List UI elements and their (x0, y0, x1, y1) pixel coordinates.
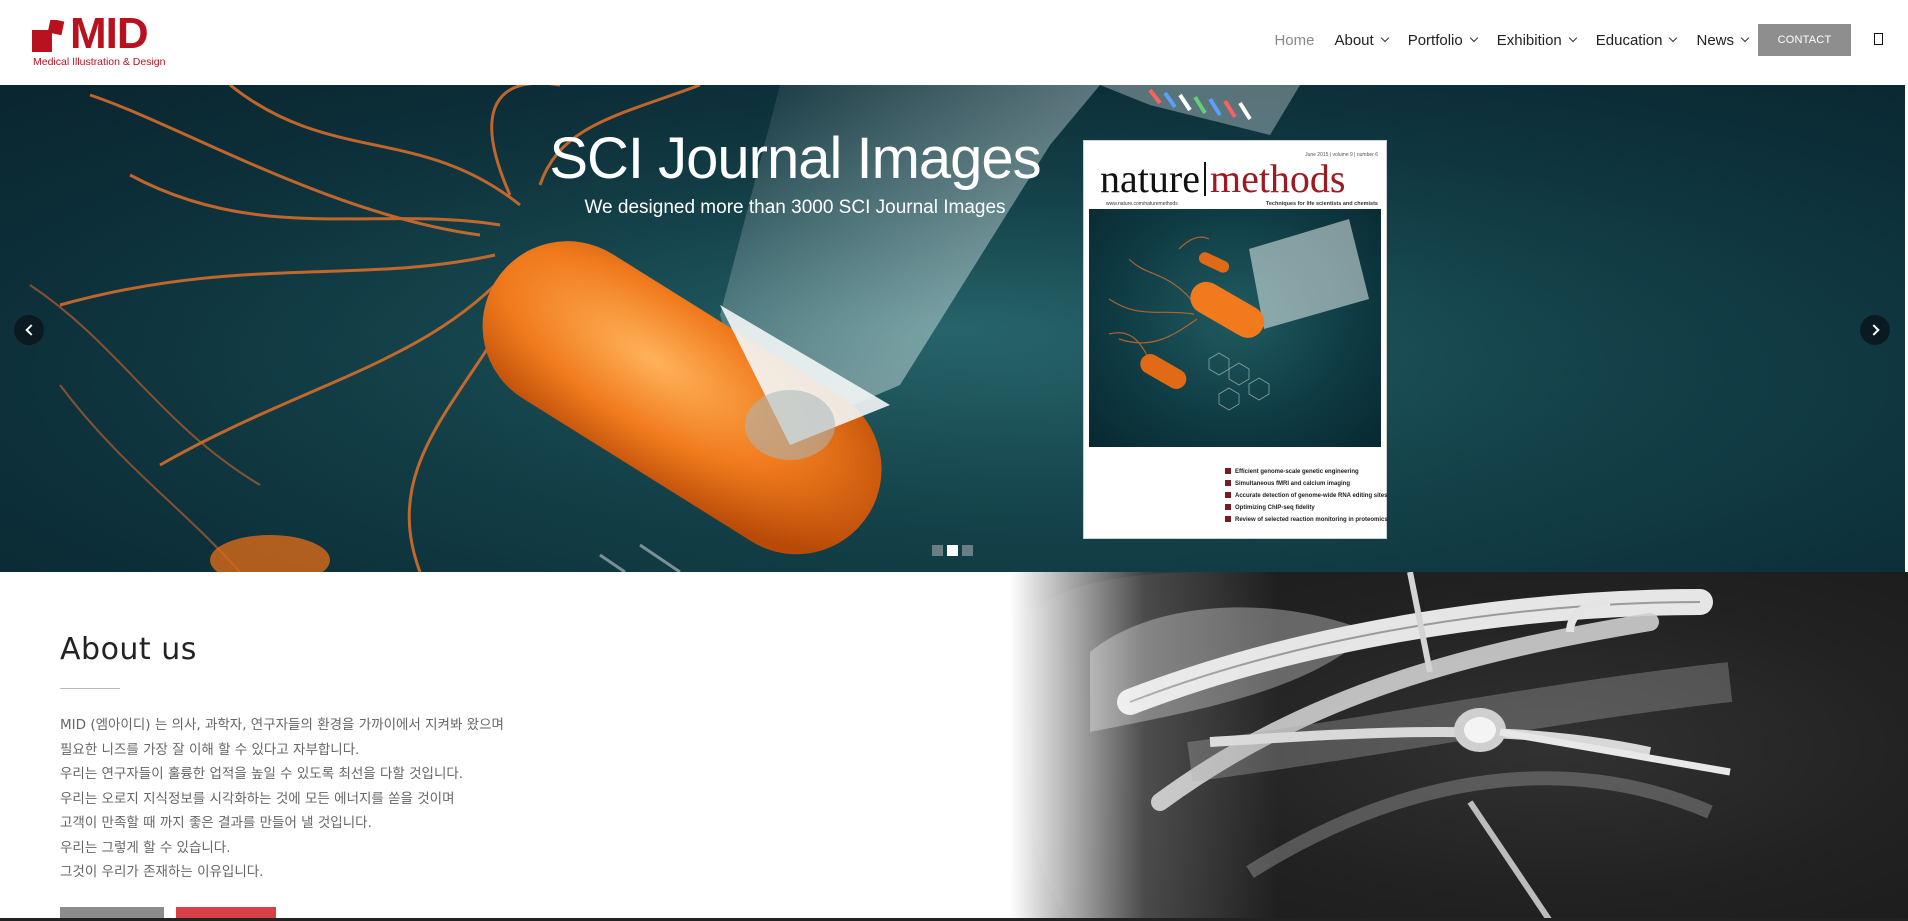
cover-tagline: Techniques for life scientists and chemi… (1265, 201, 1378, 207)
logo-mark-icon (32, 20, 65, 52)
nav-item-about[interactable]: About (1324, 30, 1397, 50)
about-section: About us MID (엠아이디) 는 의사, 과학자, 연구자들의 환경을… (0, 572, 1908, 921)
about-line: 우리는 연구자들이 훌륭한 업적을 높일 수 있도록 최선을 다할 것입니다. (60, 766, 464, 782)
chevron-down-icon (1740, 33, 1750, 43)
hero-slider: SCI Journal Images We designed more than… (0, 85, 1905, 572)
site-header: MID Medical Illustration & Design Home Ab… (0, 0, 1908, 85)
cover-masthead: nature methods (1100, 159, 1346, 199)
about-divider (60, 688, 120, 689)
about-line: 필요한 니즈를 가장 잘 이해 할 수 있다고 자부합니다. (60, 741, 360, 758)
nav-item-label: News (1696, 31, 1734, 49)
search-icon[interactable] (1874, 33, 1883, 45)
journal-cover: June 2015 | volume 9 | number 6 nature me… (1083, 140, 1388, 539)
nav-item-label: Portfolio (1407, 31, 1463, 49)
about-surgery-illustration (1010, 572, 1908, 921)
chevron-down-icon (1469, 33, 1478, 43)
slider-next-button[interactable] (1860, 315, 1890, 345)
nav-item-news[interactable]: News (1686, 30, 1758, 50)
about-text: MID (엠아이디) 는 의사, 과학자, 연구자들의 환경을 가까이에서 지켜… (60, 713, 580, 885)
chevron-right-icon (1867, 324, 1880, 336)
about-title: About us (60, 632, 197, 667)
about-line: 우리는 오로지 지식정보를 시각화하는 것에 모든 에너지를 쏟을 것이며 (60, 790, 455, 807)
slider-dot-1[interactable] (932, 545, 943, 556)
nav-item-education[interactable]: Education (1586, 30, 1687, 50)
nav-item-home[interactable]: Home (1264, 30, 1324, 50)
slider-dot-2[interactable] (947, 545, 958, 556)
slider-dot-3[interactable] (962, 545, 973, 556)
nav-item-label: About (1334, 31, 1374, 49)
logo-tagline: Medical Illustration & Design (33, 56, 166, 68)
cover-masthead-divider (1203, 162, 1206, 196)
cover-masthead-methods: methods (1209, 156, 1346, 201)
main-nav: Home About Portfolio Exhibition Education New… (1264, 30, 1758, 50)
about-line: MID (엠아이디) 는 의사, 과학자, 연구자들의 환경을 가까이에서 지켜… (60, 717, 504, 733)
contact-button[interactable]: CONTACT (1758, 24, 1851, 56)
nav-item-portfolio[interactable]: Portfolio (1398, 30, 1487, 50)
chevron-down-icon (1380, 33, 1389, 43)
cover-contents-item: Review of selected reaction monitoring i… (1225, 514, 1388, 526)
cover-contents-item: Simultaneous fMRI and calcium imaging (1225, 478, 1388, 490)
nav-item-label: Exhibition (1496, 31, 1562, 49)
cover-masthead-nature: nature (1100, 156, 1200, 201)
chevron-down-icon (1669, 33, 1678, 43)
about-line: 우리는 그렇게 할 수 있습니다. (60, 839, 231, 856)
cover-contents: Efficient genome-scale genetic engineeri… (1225, 466, 1388, 526)
slider-pagination (932, 545, 973, 556)
cover-bacterium-illustration (1108, 219, 1369, 411)
nav-item-label: Education (1595, 31, 1663, 49)
cover-contents-item: Accurate detection of genome-wide RNA ed… (1225, 490, 1388, 502)
cover-url: www.nature.com/naturemethods (1106, 201, 1178, 207)
slider-prev-button[interactable] (14, 315, 44, 345)
chevron-down-icon (1568, 33, 1578, 43)
chevron-left-icon (24, 324, 37, 336)
logo[interactable]: MID Medical Illustration & Design (32, 9, 172, 72)
about-line: 그것이 우리가 존재하는 이유입니다. (60, 864, 264, 880)
cover-contents-item: Efficient genome-scale genetic engineeri… (1225, 466, 1388, 478)
logo-wordmark: MID (70, 9, 149, 58)
cover-artwork (1089, 209, 1381, 447)
nav-item-exhibition[interactable]: Exhibition (1487, 30, 1586, 50)
nav-item-label: Home (1274, 31, 1315, 49)
cover-contents-item: Optimizing ChIP-seq fidelity (1225, 502, 1388, 514)
about-line: 고객이 만족할 때 까지 좋은 결과를 만들어 낼 것입니다. (60, 815, 372, 831)
